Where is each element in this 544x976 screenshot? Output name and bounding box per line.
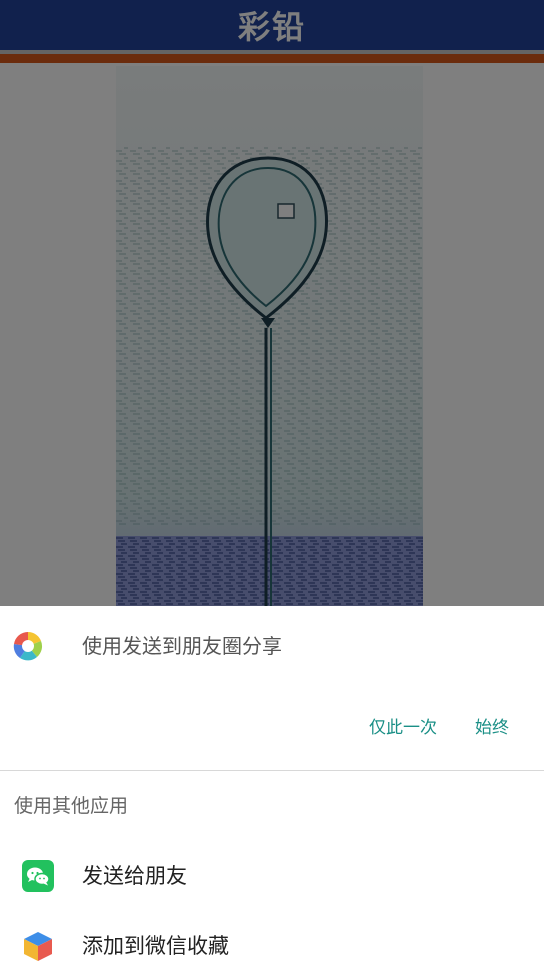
just-once-button[interactable]: 仅此一次: [369, 716, 437, 740]
other-apps-heading: 使用其他应用: [14, 795, 129, 817]
always-button[interactable]: 始终: [475, 716, 509, 740]
share-chooser-sheet: 使用发送到朋友圈分享 仅此一次 始终 使用其他应用 发送给朋友 添加到微信收藏: [0, 606, 544, 961]
share-target-label: 添加到微信收藏: [82, 934, 229, 958]
share-target-label: 发送给朋友: [82, 864, 187, 888]
wechat-favorites-cube-icon: [22, 930, 54, 962]
default-app-label: 使用发送到朋友圈分享: [82, 634, 282, 658]
modal-scrim[interactable]: [0, 0, 544, 606]
share-target-send-to-friend[interactable]: 发送给朋友: [0, 842, 544, 906]
moments-aperture-icon: [12, 630, 44, 662]
wechat-icon: [22, 860, 54, 892]
share-target-add-to-favorites[interactable]: 添加到微信收藏: [0, 912, 544, 976]
sheet-divider: [0, 770, 544, 771]
default-app-row: 使用发送到朋友圈分享: [0, 606, 544, 686]
